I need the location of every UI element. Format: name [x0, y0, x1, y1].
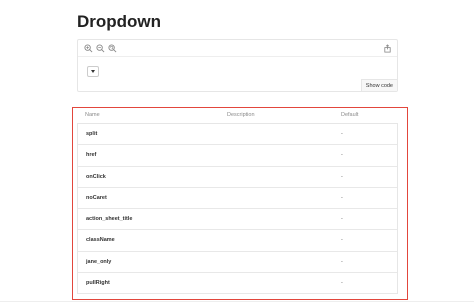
- prop-default: -: [341, 194, 343, 201]
- dropdown-toggle-button[interactable]: [87, 66, 99, 77]
- table-row: className -: [78, 230, 397, 252]
- divider: [0, 301, 474, 302]
- zoom-in-icon[interactable]: [83, 43, 93, 53]
- component-preview: Show code: [77, 39, 398, 92]
- show-code-button[interactable]: Show code: [360, 79, 397, 91]
- prop-name: action_sheet_title: [86, 216, 133, 223]
- zoom-out-icon[interactable]: [95, 43, 105, 53]
- prop-name: pullRight: [86, 280, 110, 287]
- table-row: noCaret -: [78, 187, 397, 210]
- column-header-description: Description: [227, 112, 255, 118]
- table-row: onClick -: [78, 166, 397, 188]
- prop-default: -: [341, 258, 343, 265]
- prop-name: split: [86, 131, 98, 137]
- share-icon[interactable]: [382, 43, 392, 53]
- props-table-body: split - href - onClick - noCaret - actio…: [77, 123, 398, 295]
- caret-down-icon: [91, 70, 95, 73]
- prop-name: noCaret: [86, 194, 107, 201]
- table-row: jane_only -: [78, 251, 397, 274]
- prop-default: -: [341, 173, 343, 180]
- column-header-name: Name: [85, 112, 100, 118]
- prop-default: -: [341, 131, 343, 137]
- reset-zoom-icon[interactable]: [107, 43, 117, 53]
- prop-name: href: [86, 152, 97, 159]
- table-row: action_sheet_title -: [78, 209, 397, 231]
- prop-default: -: [341, 237, 343, 244]
- page-title: Dropdown: [77, 12, 162, 31]
- prop-name: onClick: [86, 173, 106, 180]
- column-header-default: Default: [341, 112, 359, 118]
- prop-default: -: [341, 280, 343, 287]
- prop-name: jane_only: [86, 258, 112, 265]
- prop-default: -: [341, 216, 343, 223]
- prop-name: className: [86, 237, 115, 244]
- prop-default: -: [341, 152, 343, 159]
- page: Dropdown Show code Name Description Defa…: [0, 0, 474, 304]
- table-row: split -: [78, 124, 397, 146]
- table-row: href -: [78, 145, 397, 167]
- preview-toolbar: [78, 40, 397, 57]
- table-row: pullRight -: [78, 273, 397, 295]
- props-table-header: Name Description Default: [77, 110, 398, 122]
